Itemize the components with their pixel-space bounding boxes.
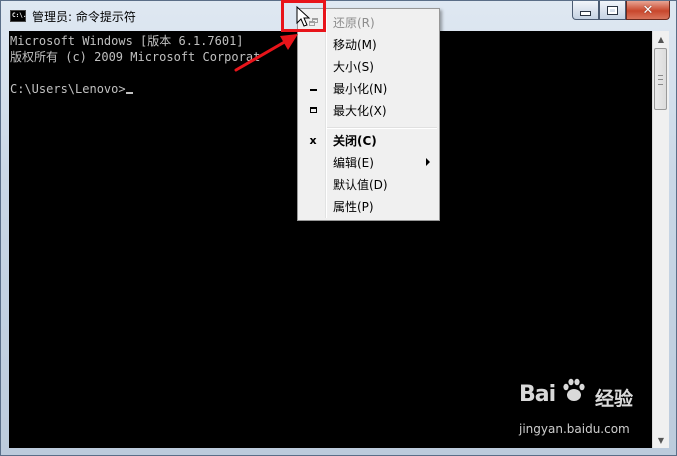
maximize-icon <box>306 99 320 121</box>
menu-item-size[interactable]: 大小(S) <box>298 55 439 77</box>
baidu-jingyan-watermark: Bai 经验 jingyan.baidu.com <box>519 378 644 442</box>
system-menu: 还原(R) 移动(M) 大小(S) 最小化(N) 最大化(X) x 关闭(C) … <box>297 8 440 221</box>
menu-item-label: 最大化(X) <box>333 104 387 118</box>
menu-item-properties[interactable]: 属性(P) <box>298 195 439 217</box>
close-icon: x <box>309 133 317 147</box>
minimize-button[interactable] <box>572 1 599 20</box>
close-icon: ✕ <box>642 2 654 18</box>
menu-item-label: 属性(P) <box>333 200 374 214</box>
watermark-url: jingyan.baidu.com <box>519 422 630 436</box>
menu-item-defaults[interactable]: 默认值(D) <box>298 173 439 195</box>
menu-item-label: 默认值(D) <box>333 178 388 192</box>
paw-icon <box>563 378 585 401</box>
menu-item-close[interactable]: x 关闭(C) <box>298 129 439 151</box>
menu-item-label: 还原(R) <box>333 16 375 30</box>
grip-icon <box>658 75 663 85</box>
minimize-icon <box>580 10 591 16</box>
menu-item-edit[interactable]: 编辑(E) <box>298 151 439 173</box>
mouse-pointer-icon <box>296 6 311 27</box>
text-cursor <box>125 92 133 94</box>
menu-item-move[interactable]: 移动(M) <box>298 33 439 55</box>
annotation-arrow-icon <box>234 34 298 72</box>
close-button[interactable]: ✕ <box>626 1 670 20</box>
minimize-icon <box>306 77 320 99</box>
submenu-arrow-icon <box>426 158 430 166</box>
scroll-down-arrow-icon[interactable]: ▼ <box>653 432 669 448</box>
watermark-brand: 经验 <box>595 388 634 410</box>
window-title: 管理员: 命令提示符 <box>32 10 136 24</box>
console-prompt: C:\Users\Lenovo> <box>10 82 126 96</box>
console-line: Microsoft Windows [版本 6.1.7601] <box>10 34 244 48</box>
maximize-button[interactable] <box>599 1 626 20</box>
maximize-icon <box>607 5 618 15</box>
menu-item-label: 编辑(E) <box>333 156 374 170</box>
watermark-logo: Bai <box>519 382 556 407</box>
menu-item-label: 关闭(C) <box>333 134 377 148</box>
menu-item-label: 最小化(N) <box>333 82 388 96</box>
scroll-up-arrow-icon[interactable]: ▲ <box>653 31 669 47</box>
menu-item-label: 大小(S) <box>333 60 374 74</box>
menu-item-label: 移动(M) <box>333 38 377 52</box>
menu-item-maximize[interactable]: 最大化(X) <box>298 99 439 121</box>
console-line: 版权所有 (c) 2009 Microsoft Corporat <box>10 50 261 64</box>
scrollbar-thumb[interactable] <box>654 48 667 110</box>
vertical-scrollbar[interactable]: ▲ ▼ <box>652 31 669 448</box>
cmd-icon[interactable]: C:\. <box>10 10 26 22</box>
caption-buttons: ✕ <box>572 1 670 21</box>
menu-item-minimize[interactable]: 最小化(N) <box>298 77 439 99</box>
